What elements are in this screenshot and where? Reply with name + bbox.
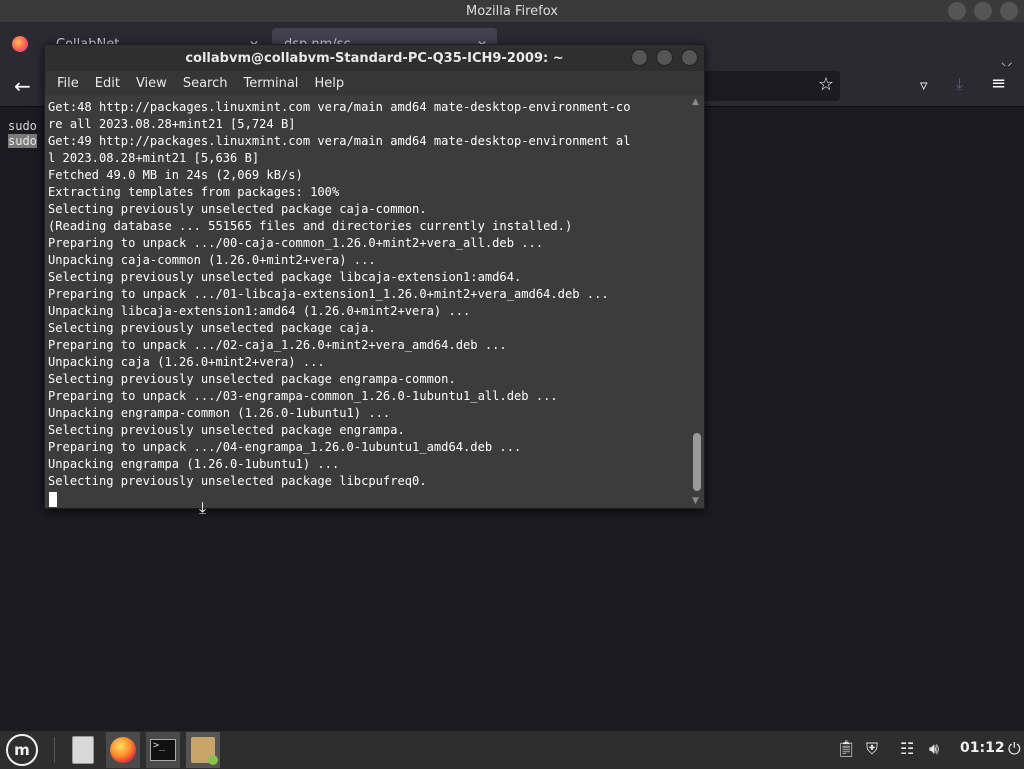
terminal-icon[interactable]: >_ xyxy=(146,732,180,768)
url-bar[interactable]: ☆ xyxy=(690,71,840,101)
terminal-maximize-button[interactable] xyxy=(656,49,673,66)
scroll-up-icon[interactable]: ▲ xyxy=(692,97,699,107)
hamburger-menu-icon[interactable]: ≡ xyxy=(991,73,1006,94)
terminal-text: Get:48 http://packages.linuxmint.com ver… xyxy=(48,99,690,490)
menu-edit[interactable]: Edit xyxy=(87,76,128,91)
menu-view[interactable]: View xyxy=(128,76,175,91)
terminal-line: Selecting previously unselected package … xyxy=(48,202,427,216)
menu-terminal[interactable]: Terminal xyxy=(235,76,306,91)
terminal-line: Selecting previously unselected package … xyxy=(48,423,405,437)
minimize-button[interactable] xyxy=(948,2,966,20)
terminal-titlebar[interactable]: collabvm@collabvm-Standard-PC-Q35-ICH9-2… xyxy=(45,45,704,71)
scrollbar-thumb[interactable] xyxy=(693,433,701,491)
terminal-line: Unpacking engrampa (1.26.0-1ubuntu1) ... xyxy=(48,457,340,471)
mouse-pointer-icon: ⤓ xyxy=(199,498,207,517)
terminal-line: Preparing to unpack .../04-engrampa_1.26… xyxy=(48,440,522,454)
firefox-window-controls xyxy=(948,2,1018,20)
terminal-line: Selecting previously unselected package … xyxy=(48,372,456,386)
terminal-minimize-button[interactable] xyxy=(631,49,648,66)
menu-file[interactable]: File xyxy=(49,76,87,91)
files-icon[interactable] xyxy=(66,732,100,768)
terminal-line: Selecting previously unselected package … xyxy=(48,474,427,488)
terminal-line: re all 2023.08.28+mint21 [5,724 B] xyxy=(48,117,296,131)
clipboard-icon[interactable]: 📋︎ xyxy=(836,739,856,758)
terminal-line: (Reading database ... 551565 files and d… xyxy=(48,219,573,233)
taskbar: m >_ 📋︎ ⛨ ☷ 🔊︎ 01:12 ⏻ xyxy=(0,730,1024,769)
terminal-line: l 2023.08.28+mint21 [5,636 B] xyxy=(48,151,260,165)
scroll-down-icon[interactable]: ▼ xyxy=(692,496,699,506)
taskbar-separator xyxy=(54,737,55,763)
firefox-titlebar: Mozilla Firefox xyxy=(0,0,1024,22)
menu-help[interactable]: Help xyxy=(306,76,352,91)
volume-icon[interactable]: 🔊︎ xyxy=(929,739,939,759)
terminal-close-button[interactable] xyxy=(681,49,698,66)
clock[interactable]: 01:12 xyxy=(960,740,1005,756)
terminal-output[interactable]: Get:48 http://packages.linuxmint.com ver… xyxy=(45,97,704,508)
terminal-line: Preparing to unpack .../00-caja-common_1… xyxy=(48,236,544,250)
page-text-line: sudo xyxy=(8,119,37,133)
pocket-icon[interactable]: ▿ xyxy=(920,76,928,94)
terminal-line: Selecting previously unselected package … xyxy=(48,321,376,335)
terminal-line: Unpacking caja-common (1.26.0+mint2+vera… xyxy=(48,253,376,267)
firefox-view-icon[interactable] xyxy=(12,36,28,52)
menu-search[interactable]: Search xyxy=(175,76,236,91)
terminal-title: collabvm@collabvm-Standard-PC-Q35-ICH9-2… xyxy=(185,50,564,66)
terminal-line: Unpacking libcaja-extension1:amd64 (1.26… xyxy=(48,304,471,318)
download-icon[interactable]: ⤓ xyxy=(956,74,963,94)
package-installer-icon[interactable] xyxy=(186,732,220,768)
terminal-line: Preparing to unpack .../03-engrampa-comm… xyxy=(48,389,558,403)
firefox-icon[interactable] xyxy=(106,732,140,768)
update-shield-icon[interactable]: ⛨ xyxy=(866,739,878,759)
bookmark-star-icon[interactable]: ☆ xyxy=(818,74,834,95)
power-icon[interactable]: ⏻ xyxy=(1008,739,1021,759)
terminal-scrollbar[interactable]: ▲ ▼ xyxy=(690,97,704,508)
terminal-line: Get:48 http://packages.linuxmint.com ver… xyxy=(48,100,631,114)
mint-logo-icon[interactable]: m xyxy=(6,734,38,766)
terminal-line: Get:49 http://packages.linuxmint.com ver… xyxy=(48,134,631,148)
terminal-window[interactable]: collabvm@collabvm-Standard-PC-Q35-ICH9-2… xyxy=(44,44,705,509)
network-icon[interactable]: ☷ xyxy=(900,739,914,758)
terminal-line: Preparing to unpack .../02-caja_1.26.0+m… xyxy=(48,338,507,352)
back-arrow-icon[interactable]: ← xyxy=(14,74,31,98)
terminal-line: Selecting previously unselected package … xyxy=(48,270,522,284)
firefox-window-title: Mozilla Firefox xyxy=(466,3,558,19)
terminal-line: Unpacking engrampa-common (1.26.0-1ubunt… xyxy=(48,406,391,420)
close-button[interactable] xyxy=(1000,2,1018,20)
terminal-line: Unpacking caja (1.26.0+mint2+vera) ... xyxy=(48,355,325,369)
terminal-menubar: File Edit View Search Terminal Help xyxy=(45,71,704,95)
text-cursor xyxy=(49,492,57,507)
terminal-line: Extracting templates from packages: 100% xyxy=(48,185,340,199)
terminal-window-controls xyxy=(631,49,698,66)
terminal-line: Preparing to unpack .../01-libcaja-exten… xyxy=(48,287,609,301)
terminal-line: Fetched 49.0 MB in 24s (2,069 kB/s) xyxy=(48,168,303,182)
maximize-button[interactable] xyxy=(974,2,992,20)
page-text-line-selected: sudo xyxy=(8,134,37,148)
